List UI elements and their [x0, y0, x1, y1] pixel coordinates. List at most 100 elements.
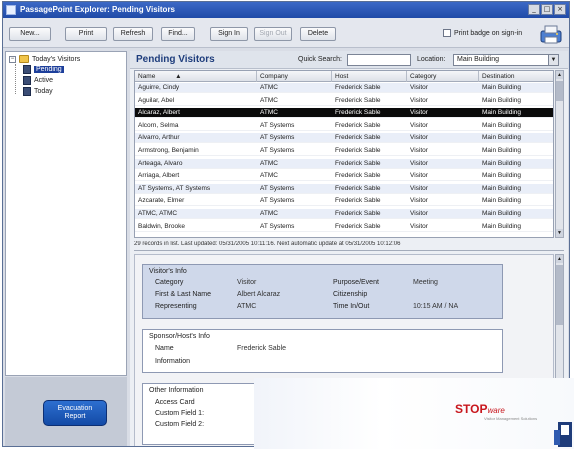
cell-name: AT Systems, AT Systems [138, 184, 211, 192]
refresh-button[interactable]: Refresh [113, 27, 153, 41]
cell-category: Visitor [410, 121, 428, 129]
tree-item-pending[interactable]: Pending [23, 65, 64, 74]
column-header-name[interactable]: Name ▲ [135, 71, 257, 82]
cell-category: Visitor [410, 84, 428, 91]
table-row[interactable]: ATMC, ATMC ATMC Frederick Sable Visitor Main… [135, 209, 553, 219]
table-header: Name ▲ Company Host Category Destination [135, 71, 553, 82]
cell-category: Visitor [410, 96, 428, 104]
sign-in-button[interactable]: Sign In [210, 27, 248, 41]
evacuation-label-line1: Evacuation [57, 405, 93, 412]
field-value: 10:15 AM / NA [413, 303, 459, 310]
new-button[interactable]: New... [9, 27, 51, 41]
sponsor-info-box: Sponsor/Host's Info Name Frederick Sable… [142, 329, 503, 373]
table-row[interactable]: Azcarate, Elmer AT Systems Frederick Sable… [135, 196, 553, 207]
table-row[interactable]: AT Systems, AT Systems AT Systems Frederic… [135, 183, 553, 194]
title-bar[interactable]: PassagePoint Explorer: Pending Visitors … [3, 2, 569, 18]
cell-name: Alvarro, Arthur [138, 134, 180, 142]
cell-category: Visitor [410, 109, 428, 117]
cell-company: AT Systems [260, 134, 295, 142]
cell-name: ATMC, ATMC [138, 210, 178, 217]
tree-root-label: Today's Visitors [32, 55, 81, 63]
cell-name: Arteaga, Alvaro [138, 159, 183, 167]
column-header-company[interactable]: Company [257, 71, 332, 82]
logo-banner [254, 378, 574, 449]
table-row[interactable]: Aguilar, Abel ATMC Frederick Sable Visitor M… [135, 96, 553, 106]
cell-category: Visitor [410, 210, 428, 217]
badge-printer-icon[interactable] [539, 24, 563, 45]
cell-company: ATMC [260, 210, 278, 217]
field-value: Visitor [237, 279, 257, 286]
toolbar: New... Print Refresh Find... Sign In Sig… [3, 18, 569, 48]
scroll-thumb[interactable] [556, 265, 563, 325]
quick-search-input[interactable] [347, 54, 411, 66]
cell-host: Frederick Sable [335, 159, 381, 167]
tree-connector [15, 64, 16, 94]
cell-destination: Main Building [482, 121, 522, 129]
sign-out-button[interactable]: Sign Out [254, 27, 292, 41]
cell-destination: Main Building [482, 147, 522, 154]
cell-host: Frederick Sable [335, 184, 381, 192]
tree-item-active[interactable]: Active [23, 76, 53, 85]
table-row[interactable]: Armstrong, Benjamin AT Systems Frederick S… [135, 146, 553, 156]
scroll-up-icon[interactable]: ▲ [556, 71, 563, 79]
column-header-host[interactable]: Host [332, 71, 407, 82]
cell-company: AT Systems [260, 121, 295, 129]
field-label: Time In/Out [333, 303, 370, 310]
field-label: Name [155, 345, 174, 352]
field-value: Albert Alcaraz [237, 291, 281, 298]
cell-company: AT Systems [260, 197, 295, 205]
table-row[interactable]: Arteaga, Alvaro ATMC Frederick Sable Visito… [135, 158, 553, 169]
cell-destination: Main Building [482, 84, 522, 91]
sort-ascending-icon: ▲ [175, 73, 182, 80]
cell-company: ATMC [260, 84, 278, 91]
table-row[interactable]: Alcaraz, Albert ATMC Frederick Sable Visito… [135, 108, 553, 119]
delete-button[interactable]: Delete [300, 27, 336, 41]
tree-root[interactable]: − Today's Visitors [9, 55, 80, 63]
tree-item-today[interactable]: Today [23, 87, 53, 96]
table-row[interactable]: Baldwin, Brooke AT Systems Frederick Sable… [135, 222, 553, 232]
window-title: PassagePoint Explorer: Pending Visitors [20, 5, 176, 14]
stopware-logo: STOP ware [455, 402, 505, 416]
scroll-down-icon[interactable]: ▼ [556, 229, 563, 237]
table-row[interactable]: Alcorn, Selma AT Systems Frederick Sable Vi… [135, 121, 553, 131]
chevron-down-icon[interactable]: ▼ [548, 55, 558, 65]
scroll-thumb[interactable] [556, 81, 563, 101]
collapse-icon[interactable]: − [9, 55, 16, 63]
evacuation-report-button[interactable]: Evacuation Report [43, 400, 107, 426]
location-label: Location: [417, 56, 446, 63]
visitor-info-title: Visitor's Info [149, 268, 187, 275]
cell-name: Alcaraz, Albert [138, 109, 180, 117]
visitor-list-icon [23, 65, 31, 74]
cell-category: Visitor [410, 134, 428, 142]
print-badge-option[interactable]: Print badge on sign-in [443, 29, 522, 37]
find-button[interactable]: Find... [161, 27, 195, 41]
print-badge-checkbox[interactable] [443, 29, 451, 37]
location-select[interactable]: Main Building ▼ [453, 54, 559, 66]
table-row[interactable]: Arriaga, Albert ATMC Frederick Sable Visito… [135, 171, 553, 182]
field-label: Custom Field 1: [155, 410, 205, 417]
cell-category: Visitor [410, 222, 428, 230]
maximize-button[interactable]: □ [541, 4, 553, 15]
field-label: First & Last Name [155, 291, 212, 298]
close-button[interactable]: × [554, 4, 566, 15]
cell-name: Aguirre, Cindy [138, 84, 180, 91]
column-header-category[interactable]: Category [407, 71, 479, 82]
logo-stop-text: STOP [455, 402, 488, 416]
logo-tagline: Visitor Management Solutions [484, 416, 538, 421]
table-scrollbar[interactable]: ▲ ▼ [555, 70, 564, 238]
cell-name: Arriaga, Albert [138, 172, 180, 180]
navigation-tree: − Today's Visitors Pending Active Today [5, 51, 127, 376]
scroll-up-icon[interactable]: ▲ [556, 255, 563, 263]
column-header-destination[interactable]: Destination [479, 71, 553, 82]
table-row[interactable]: Aguirre, Cindy ATMC Frederick Sable Visitor… [135, 83, 553, 93]
field-value: ATMC [237, 303, 257, 310]
cell-host: Frederick Sable [335, 121, 381, 129]
print-button[interactable]: Print [65, 27, 107, 41]
field-label: Representing [155, 303, 197, 310]
visitors-table: Name ▲ Company Host Category Destination… [134, 70, 554, 238]
cell-destination: Main Building [482, 96, 522, 104]
minimize-button[interactable]: _ [528, 4, 540, 15]
cell-category: Visitor [410, 147, 428, 154]
quick-search-label: Quick Search: [298, 56, 342, 63]
table-row[interactable]: Alvarro, Arthur AT Systems Frederick Sable… [135, 133, 553, 144]
